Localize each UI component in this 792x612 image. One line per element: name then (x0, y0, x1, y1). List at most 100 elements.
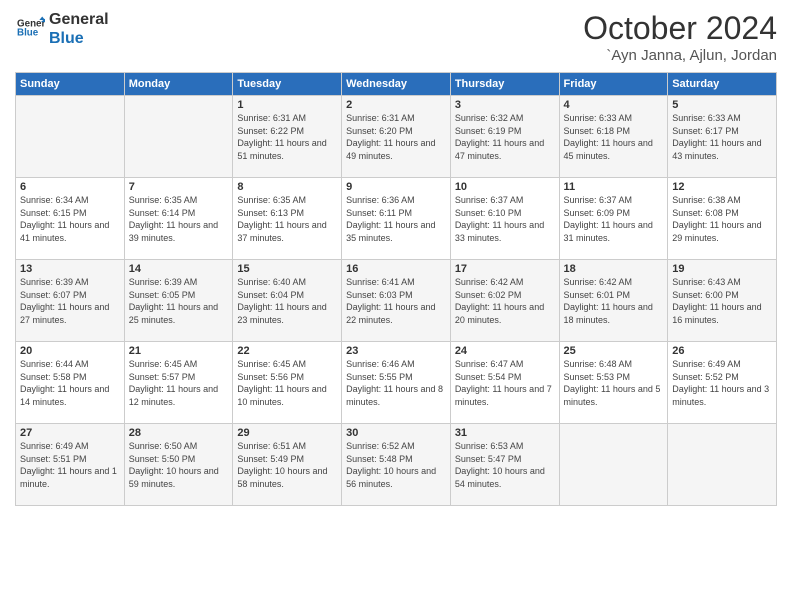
calendar-cell: 1Sunrise: 6:31 AM Sunset: 6:22 PM Daylig… (233, 96, 342, 178)
day-number: 3 (455, 99, 555, 111)
calendar-cell: 23Sunrise: 6:46 AM Sunset: 5:55 PM Dayli… (342, 342, 451, 424)
day-info: Sunrise: 6:37 AM Sunset: 6:09 PM Dayligh… (564, 194, 664, 244)
day-info: Sunrise: 6:39 AM Sunset: 6:05 PM Dayligh… (129, 276, 229, 326)
day-info: Sunrise: 6:49 AM Sunset: 5:51 PM Dayligh… (20, 440, 120, 490)
calendar-cell: 18Sunrise: 6:42 AM Sunset: 6:01 PM Dayli… (559, 260, 668, 342)
day-number: 27 (20, 427, 120, 439)
logo: General Blue General Blue (15, 10, 109, 48)
calendar-cell (559, 424, 668, 506)
calendar-cell: 4Sunrise: 6:33 AM Sunset: 6:18 PM Daylig… (559, 96, 668, 178)
day-info: Sunrise: 6:35 AM Sunset: 6:13 PM Dayligh… (237, 194, 337, 244)
day-info: Sunrise: 6:31 AM Sunset: 6:20 PM Dayligh… (346, 112, 446, 162)
day-number: 7 (129, 181, 229, 193)
calendar-cell: 21Sunrise: 6:45 AM Sunset: 5:57 PM Dayli… (124, 342, 233, 424)
day-number: 20 (20, 345, 120, 357)
day-number: 12 (672, 181, 772, 193)
calendar-cell: 9Sunrise: 6:36 AM Sunset: 6:11 PM Daylig… (342, 178, 451, 260)
calendar-cell: 19Sunrise: 6:43 AM Sunset: 6:00 PM Dayli… (668, 260, 777, 342)
day-info: Sunrise: 6:46 AM Sunset: 5:55 PM Dayligh… (346, 358, 446, 408)
week-row-2: 6Sunrise: 6:34 AM Sunset: 6:15 PM Daylig… (16, 178, 777, 260)
day-number: 4 (564, 99, 664, 111)
day-info: Sunrise: 6:40 AM Sunset: 6:04 PM Dayligh… (237, 276, 337, 326)
calendar-cell (124, 96, 233, 178)
calendar-cell: 22Sunrise: 6:45 AM Sunset: 5:56 PM Dayli… (233, 342, 342, 424)
day-number: 10 (455, 181, 555, 193)
day-info: Sunrise: 6:35 AM Sunset: 6:14 PM Dayligh… (129, 194, 229, 244)
day-info: Sunrise: 6:38 AM Sunset: 6:08 PM Dayligh… (672, 194, 772, 244)
calendar-cell: 15Sunrise: 6:40 AM Sunset: 6:04 PM Dayli… (233, 260, 342, 342)
day-number: 30 (346, 427, 446, 439)
calendar-cell: 7Sunrise: 6:35 AM Sunset: 6:14 PM Daylig… (124, 178, 233, 260)
calendar-cell: 20Sunrise: 6:44 AM Sunset: 5:58 PM Dayli… (16, 342, 125, 424)
day-number: 17 (455, 263, 555, 275)
day-info: Sunrise: 6:44 AM Sunset: 5:58 PM Dayligh… (20, 358, 120, 408)
week-row-4: 20Sunrise: 6:44 AM Sunset: 5:58 PM Dayli… (16, 342, 777, 424)
location-title: `Ayn Janna, Ajlun, Jordan (583, 47, 777, 64)
calendar-cell: 24Sunrise: 6:47 AM Sunset: 5:54 PM Dayli… (450, 342, 559, 424)
calendar-cell: 2Sunrise: 6:31 AM Sunset: 6:20 PM Daylig… (342, 96, 451, 178)
day-header-monday: Monday (124, 73, 233, 96)
calendar-cell: 12Sunrise: 6:38 AM Sunset: 6:08 PM Dayli… (668, 178, 777, 260)
day-number: 6 (20, 181, 120, 193)
day-number: 15 (237, 263, 337, 275)
day-number: 31 (455, 427, 555, 439)
day-number: 28 (129, 427, 229, 439)
day-info: Sunrise: 6:33 AM Sunset: 6:18 PM Dayligh… (564, 112, 664, 162)
week-row-5: 27Sunrise: 6:49 AM Sunset: 5:51 PM Dayli… (16, 424, 777, 506)
calendar-cell: 29Sunrise: 6:51 AM Sunset: 5:49 PM Dayli… (233, 424, 342, 506)
svg-text:Blue: Blue (17, 27, 39, 38)
day-number: 21 (129, 345, 229, 357)
calendar-cell: 6Sunrise: 6:34 AM Sunset: 6:15 PM Daylig… (16, 178, 125, 260)
title-section: October 2024 `Ayn Janna, Ajlun, Jordan (583, 10, 777, 64)
day-info: Sunrise: 6:53 AM Sunset: 5:47 PM Dayligh… (455, 440, 555, 490)
day-header-sunday: Sunday (16, 73, 125, 96)
day-number: 18 (564, 263, 664, 275)
calendar-cell: 14Sunrise: 6:39 AM Sunset: 6:05 PM Dayli… (124, 260, 233, 342)
calendar-cell (668, 424, 777, 506)
day-header-saturday: Saturday (668, 73, 777, 96)
day-number: 16 (346, 263, 446, 275)
calendar-cell: 3Sunrise: 6:32 AM Sunset: 6:19 PM Daylig… (450, 96, 559, 178)
day-info: Sunrise: 6:31 AM Sunset: 6:22 PM Dayligh… (237, 112, 337, 162)
day-info: Sunrise: 6:34 AM Sunset: 6:15 PM Dayligh… (20, 194, 120, 244)
calendar-container: General Blue General Blue October 2024 `… (0, 0, 792, 612)
day-number: 14 (129, 263, 229, 275)
day-number: 26 (672, 345, 772, 357)
day-info: Sunrise: 6:45 AM Sunset: 5:57 PM Dayligh… (129, 358, 229, 408)
day-number: 29 (237, 427, 337, 439)
day-header-tuesday: Tuesday (233, 73, 342, 96)
day-number: 11 (564, 181, 664, 193)
day-info: Sunrise: 6:42 AM Sunset: 6:01 PM Dayligh… (564, 276, 664, 326)
day-info: Sunrise: 6:41 AM Sunset: 6:03 PM Dayligh… (346, 276, 446, 326)
logo-icon: General Blue (17, 13, 45, 41)
calendar-cell: 5Sunrise: 6:33 AM Sunset: 6:17 PM Daylig… (668, 96, 777, 178)
calendar-cell: 10Sunrise: 6:37 AM Sunset: 6:10 PM Dayli… (450, 178, 559, 260)
calendar-cell: 26Sunrise: 6:49 AM Sunset: 5:52 PM Dayli… (668, 342, 777, 424)
day-number: 23 (346, 345, 446, 357)
calendar-cell: 27Sunrise: 6:49 AM Sunset: 5:51 PM Dayli… (16, 424, 125, 506)
day-info: Sunrise: 6:50 AM Sunset: 5:50 PM Dayligh… (129, 440, 229, 490)
calendar-cell: 8Sunrise: 6:35 AM Sunset: 6:13 PM Daylig… (233, 178, 342, 260)
day-info: Sunrise: 6:45 AM Sunset: 5:56 PM Dayligh… (237, 358, 337, 408)
day-info: Sunrise: 6:39 AM Sunset: 6:07 PM Dayligh… (20, 276, 120, 326)
day-number: 9 (346, 181, 446, 193)
day-number: 8 (237, 181, 337, 193)
day-number: 25 (564, 345, 664, 357)
day-info: Sunrise: 6:37 AM Sunset: 6:10 PM Dayligh… (455, 194, 555, 244)
day-info: Sunrise: 6:42 AM Sunset: 6:02 PM Dayligh… (455, 276, 555, 326)
calendar-body: 1Sunrise: 6:31 AM Sunset: 6:22 PM Daylig… (16, 96, 777, 506)
week-row-1: 1Sunrise: 6:31 AM Sunset: 6:22 PM Daylig… (16, 96, 777, 178)
day-info: Sunrise: 6:51 AM Sunset: 5:49 PM Dayligh… (237, 440, 337, 490)
calendar-header: SundayMondayTuesdayWednesdayThursdayFrid… (16, 73, 777, 96)
month-title: October 2024 (583, 10, 777, 47)
day-info: Sunrise: 6:49 AM Sunset: 5:52 PM Dayligh… (672, 358, 772, 408)
day-info: Sunrise: 6:47 AM Sunset: 5:54 PM Dayligh… (455, 358, 555, 408)
day-number: 19 (672, 263, 772, 275)
day-info: Sunrise: 6:43 AM Sunset: 6:00 PM Dayligh… (672, 276, 772, 326)
calendar-cell: 17Sunrise: 6:42 AM Sunset: 6:02 PM Dayli… (450, 260, 559, 342)
calendar-cell: 30Sunrise: 6:52 AM Sunset: 5:48 PM Dayli… (342, 424, 451, 506)
day-number: 22 (237, 345, 337, 357)
day-number: 24 (455, 345, 555, 357)
calendar-table: SundayMondayTuesdayWednesdayThursdayFrid… (15, 72, 777, 506)
calendar-cell (16, 96, 125, 178)
